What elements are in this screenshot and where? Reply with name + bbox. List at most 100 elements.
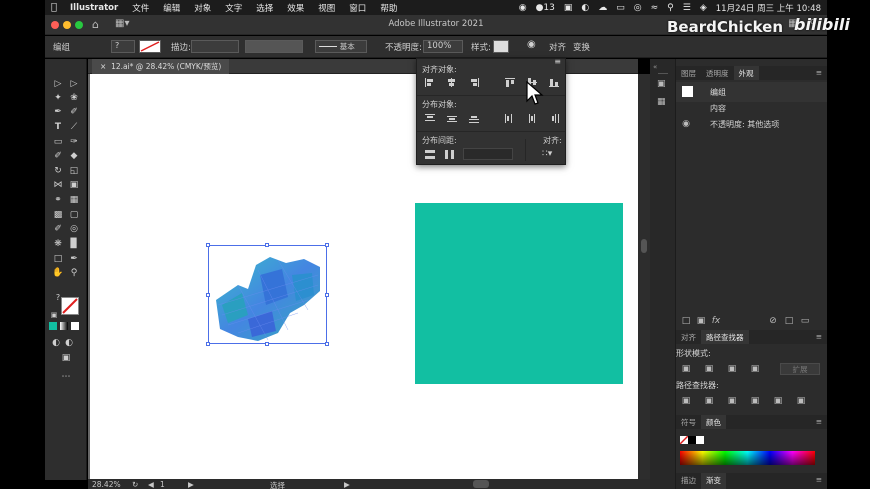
libraries-icon[interactable]: ▦ xyxy=(657,97,666,107)
properties-icon[interactable]: ▣ xyxy=(657,79,666,89)
spotlight-icon[interactable]: ⚲ xyxy=(667,3,674,13)
panel-menu-icon[interactable]: ≡ xyxy=(811,330,827,344)
expand-button[interactable]: 扩展 xyxy=(780,363,820,375)
artboard-nav-next[interactable]: ▶ xyxy=(188,480,194,489)
resize-handle-ml[interactable] xyxy=(206,293,210,297)
white-color-swatch[interactable] xyxy=(696,436,704,444)
c-app-icon[interactable]: ◐ xyxy=(581,3,589,13)
battery-icon[interactable]: ▭ xyxy=(616,3,625,13)
horizontal-align-right-icon[interactable] xyxy=(469,78,479,87)
perspective-grid-tool-icon[interactable]: ▦ xyxy=(67,194,81,207)
control-center-icon[interactable]: ☰ xyxy=(683,3,691,13)
tab-align[interactable]: 对齐 xyxy=(676,330,701,344)
tab-transparency[interactable]: 透明度 xyxy=(701,66,734,80)
resize-handle-bm[interactable] xyxy=(265,342,269,346)
graphic-style-swatch[interactable] xyxy=(493,40,509,53)
eraser-tool-icon[interactable]: ◆ xyxy=(67,150,81,163)
menu-type[interactable]: 文字 xyxy=(218,2,249,14)
edit-toolbar-icon[interactable]: ⋯ xyxy=(59,371,73,384)
paintbrush-tool-icon[interactable]: ✑ xyxy=(67,136,81,149)
document-tab[interactable]: × 12.ai* @ 28.42% (CMYK/预览) xyxy=(92,59,230,74)
tab-pathfinder[interactable]: 路径查找器 xyxy=(701,330,749,344)
shape-builder-tool-icon[interactable]: ⚭ xyxy=(51,194,65,207)
artboard-number[interactable]: 1 xyxy=(160,480,165,489)
line-tool-icon[interactable]: ⟋ xyxy=(67,121,81,134)
distribute-bottom-icon[interactable] xyxy=(469,114,479,123)
resize-handle-tm[interactable] xyxy=(265,243,269,247)
color-spectrum-bar[interactable] xyxy=(680,451,815,465)
vertical-align-bottom-icon[interactable] xyxy=(549,78,559,87)
scale-tool-icon[interactable]: ◱ xyxy=(67,165,81,178)
stroke-none-swatch[interactable] xyxy=(61,297,79,315)
menu-effect[interactable]: 效果 xyxy=(280,2,311,14)
fill-swatch[interactable]: ? xyxy=(111,40,135,53)
siri-icon[interactable]: ◈ xyxy=(700,3,707,13)
scrollbar-thumb[interactable] xyxy=(641,239,647,253)
gradient-tool-icon[interactable]: ▢ xyxy=(67,209,81,222)
collapse-icon[interactable]: « xyxy=(653,63,657,71)
distribute-vcenter-icon[interactable] xyxy=(447,114,457,123)
delete-item-icon[interactable]: ▭ xyxy=(800,316,810,326)
screen-mode-icon[interactable]: ▣ xyxy=(59,352,73,365)
zoom-tool-icon[interactable]: ⚲ xyxy=(67,267,81,280)
horizontal-scroll-thumb[interactable] xyxy=(473,480,489,488)
stroke-swatch[interactable] xyxy=(139,40,161,53)
variable-width-profile[interactable] xyxy=(245,40,303,53)
exclude-icon[interactable]: ▣ xyxy=(750,364,760,374)
resize-handle-bl[interactable] xyxy=(206,342,210,346)
panel-menu-icon[interactable]: ≡ xyxy=(811,473,827,489)
distribute-left-icon[interactable] xyxy=(505,114,515,123)
gradient-mode-button[interactable] xyxy=(60,322,68,330)
horizontal-align-left-icon[interactable] xyxy=(425,78,435,87)
minus-back-icon[interactable]: ▣ xyxy=(796,396,806,406)
horizontal-align-center-icon[interactable] xyxy=(447,78,457,87)
spacing-value-field[interactable] xyxy=(463,148,513,160)
wifi-icon[interactable]: ≈ xyxy=(651,3,659,13)
menu-help[interactable]: 帮助 xyxy=(373,2,404,14)
menu-select[interactable]: 选择 xyxy=(249,2,280,14)
airdrop-icon[interactable]: ◎ xyxy=(634,3,642,13)
rotate-view-icon[interactable]: ↻ xyxy=(132,480,138,489)
distribute-top-icon[interactable] xyxy=(425,114,435,123)
resize-handle-mr[interactable] xyxy=(325,293,329,297)
stroke-weight-field[interactable] xyxy=(191,40,239,53)
rectangle-tool-icon[interactable]: ▭ xyxy=(51,136,65,149)
menu-object[interactable]: 对象 xyxy=(187,2,218,14)
curvature-tool-icon[interactable]: ✐ xyxy=(67,106,81,119)
align-to-selection-icon[interactable]: ∷▾ xyxy=(542,149,552,159)
opacity-field[interactable]: 100% xyxy=(423,40,463,53)
vertical-align-top-icon[interactable] xyxy=(505,78,515,87)
distribute-hcenter-icon[interactable] xyxy=(527,114,537,123)
shaper-tool-icon[interactable]: ✐ xyxy=(51,150,65,163)
horizontal-distribute-space-icon[interactable] xyxy=(445,150,455,159)
divide-icon[interactable]: ▣ xyxy=(681,396,691,406)
clear-appearance-icon[interactable]: ⊘ xyxy=(768,316,778,326)
align-link[interactable]: 对齐 xyxy=(549,41,566,53)
draw-behind-icon[interactable]: ◐ xyxy=(62,337,76,350)
tab-stroke[interactable]: 描边 xyxy=(676,473,701,489)
menu-window[interactable]: 窗口 xyxy=(342,2,373,14)
tab-appearance[interactable]: 外观 xyxy=(733,66,759,80)
blend-tool-icon[interactable]: ◎ xyxy=(67,223,81,236)
zoom-level[interactable]: 28.42% xyxy=(92,480,121,489)
transform-link[interactable]: 变换 xyxy=(573,41,590,53)
unite-icon[interactable]: ▣ xyxy=(681,364,691,374)
default-colors-icon[interactable]: ▣ xyxy=(47,309,61,322)
recolor-icon[interactable]: ◉ xyxy=(527,39,536,50)
black-color-swatch[interactable] xyxy=(688,436,696,444)
hand-tool-icon[interactable]: ✋ xyxy=(51,267,65,280)
record-icon[interactable]: ◉ xyxy=(519,3,527,13)
none-color-swatch[interactable] xyxy=(679,435,689,445)
artboard-tool-icon[interactable]: □ xyxy=(51,253,65,266)
menu-file[interactable]: 文件 xyxy=(125,2,156,14)
duplicate-item-icon[interactable]: □ xyxy=(784,316,794,326)
column-graph-tool-icon[interactable]: ▉ xyxy=(67,238,81,251)
panel-menu-icon[interactable]: ≡ xyxy=(811,66,827,80)
resize-handle-tl[interactable] xyxy=(206,243,210,247)
tab-gradient[interactable]: 渐变 xyxy=(701,473,726,489)
lasso-tool-icon[interactable]: ❀ xyxy=(67,92,81,105)
selection-bounding-box[interactable] xyxy=(208,245,327,344)
eyedropper-tool-icon[interactable]: ✐ xyxy=(51,223,65,236)
distribute-right-icon[interactable] xyxy=(549,114,559,123)
add-effect-icon[interactable]: fx xyxy=(711,316,721,326)
